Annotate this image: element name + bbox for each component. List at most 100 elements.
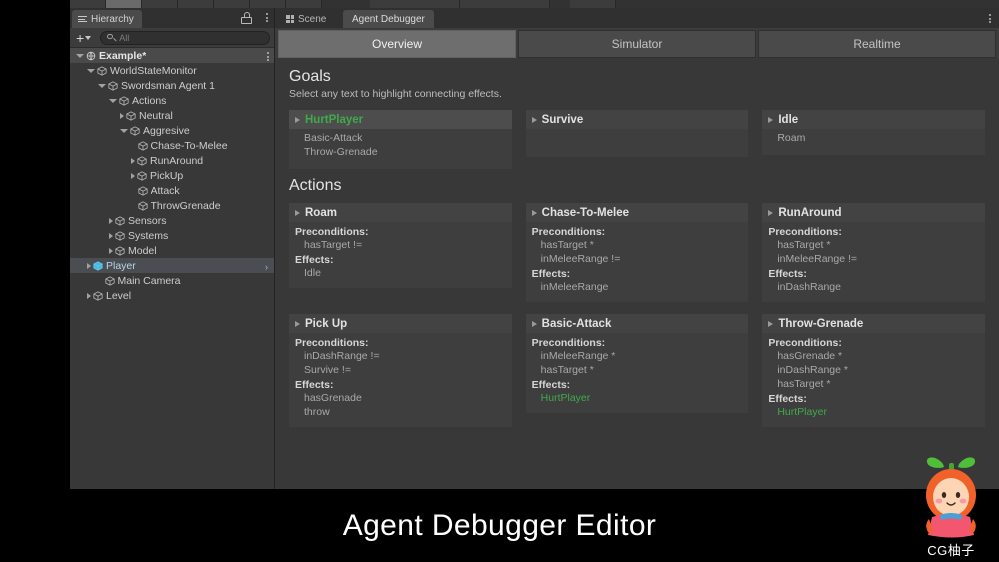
tab-overview[interactable]: Overview bbox=[278, 30, 516, 58]
foldout-open-icon[interactable] bbox=[120, 129, 128, 133]
action-card-header[interactable]: Pick Up bbox=[289, 314, 512, 333]
action-card-header[interactable]: Roam bbox=[289, 203, 512, 222]
kebab-menu-icon[interactable] bbox=[989, 14, 991, 24]
effect-item[interactable]: Idle bbox=[295, 266, 506, 280]
lock-icon[interactable] bbox=[241, 12, 252, 24]
foldout-closed-icon[interactable] bbox=[120, 112, 124, 119]
hierarchy-item-main-camera[interactable]: Main Camera bbox=[70, 273, 274, 288]
hierarchy-tab[interactable]: Hierarchy bbox=[72, 10, 142, 28]
precondition-item[interactable]: inMeleeRange != bbox=[768, 252, 979, 266]
hierarchy-item-worldstatemonitor[interactable]: WorldStateMonitor bbox=[70, 63, 274, 78]
precondition-item[interactable]: inMeleeRange != bbox=[532, 252, 743, 266]
goal-card-idle[interactable]: Idle Roam bbox=[762, 110, 986, 155]
action-card-basic-attack[interactable]: Basic-Attack Preconditions: inMeleeRange *… bbox=[525, 314, 749, 413]
action-card-roam[interactable]: Roam Preconditions: hasTarget != Effects: Id… bbox=[289, 203, 512, 288]
tab-label: Overview bbox=[371, 37, 422, 51]
hierarchy-item-level[interactable]: Level bbox=[70, 288, 274, 303]
foldout-closed-icon[interactable] bbox=[768, 116, 774, 123]
action-card-header[interactable]: Throw-Grenade bbox=[762, 314, 986, 333]
action-card-pick-up[interactable]: Pick Up Preconditions: inDashRange != Survi… bbox=[289, 314, 512, 427]
goal-card-header[interactable]: HurtPlayer bbox=[289, 110, 512, 129]
precondition-item[interactable]: Survive != bbox=[295, 363, 506, 377]
goal-card-hurtplayer[interactable]: HurtPlayer Basic-Attack Throw-Grenade bbox=[289, 110, 512, 169]
action-card-runaround[interactable]: RunAround Preconditions: hasTarget * inMele… bbox=[762, 203, 986, 302]
hierarchy-item-actions[interactable]: Actions bbox=[70, 93, 274, 108]
create-button[interactable]: + bbox=[74, 31, 93, 45]
mode-tab-bar[interactable]: Overview Simulator Realtime bbox=[275, 28, 999, 58]
editor-tab-row: Scene Agent Debugger bbox=[275, 8, 999, 28]
kebab-menu-icon[interactable] bbox=[267, 52, 269, 62]
hierarchy-item-systems[interactable]: Systems bbox=[70, 228, 274, 243]
foldout-closed-icon[interactable] bbox=[295, 209, 300, 216]
foldout-closed-icon[interactable] bbox=[131, 172, 135, 179]
action-card-header[interactable]: Chase-To-Melee bbox=[525, 203, 749, 222]
hierarchy-item-example-[interactable]: Example* bbox=[70, 48, 274, 63]
precondition-item[interactable]: hasGrenade * bbox=[768, 349, 979, 363]
effect-item[interactable]: throw bbox=[295, 405, 506, 419]
goal-linked-action[interactable]: Roam bbox=[768, 131, 979, 145]
foldout-closed-icon[interactable] bbox=[87, 292, 91, 299]
hierarchy-item-pickup[interactable]: PickUp bbox=[70, 168, 274, 183]
hierarchy-item-attack[interactable]: Attack bbox=[70, 183, 274, 198]
goal-card-header[interactable]: Survive bbox=[525, 110, 749, 129]
tab-realtime[interactable]: Realtime bbox=[758, 30, 996, 58]
gameobject-icon bbox=[93, 290, 103, 301]
hierarchy-item-sensors[interactable]: Sensors bbox=[70, 213, 274, 228]
foldout-open-icon[interactable] bbox=[98, 84, 106, 88]
foldout-closed-icon[interactable] bbox=[531, 116, 537, 123]
action-card-chase-to-melee[interactable]: Chase-To-Melee Preconditions: hasTarget * i… bbox=[525, 203, 749, 302]
hierarchy-item-runaround[interactable]: RunAround bbox=[70, 153, 274, 168]
kebab-menu-icon[interactable] bbox=[266, 13, 268, 23]
precondition-item[interactable]: inMeleeRange * bbox=[532, 349, 743, 363]
hierarchy-item-chase-to-melee[interactable]: Chase-To-Melee bbox=[70, 138, 274, 153]
hierarchy-item-model[interactable]: Model bbox=[70, 243, 274, 258]
action-card-throw-grenade[interactable]: Throw-Grenade Preconditions: hasGrenade * i… bbox=[762, 314, 986, 427]
search-input[interactable]: All bbox=[100, 30, 270, 45]
foldout-closed-icon[interactable] bbox=[295, 116, 300, 123]
foldout-closed-icon[interactable] bbox=[87, 262, 91, 269]
hierarchy-item-aggresive[interactable]: Aggresive bbox=[70, 123, 274, 138]
foldout-open-icon[interactable] bbox=[87, 69, 95, 73]
tab-label: Realtime bbox=[853, 37, 901, 51]
foldout-open-icon[interactable] bbox=[76, 54, 84, 58]
effect-item[interactable]: HurtPlayer bbox=[532, 391, 743, 405]
action-card-header[interactable]: Basic-Attack bbox=[525, 314, 749, 333]
foldout-closed-icon[interactable] bbox=[531, 209, 537, 216]
precondition-item[interactable]: hasTarget != bbox=[295, 238, 506, 252]
precondition-item[interactable]: hasTarget * bbox=[532, 363, 743, 377]
hierarchy-tree[interactable]: Example* WorldStateMonitor Swordsman Agent… bbox=[70, 48, 274, 303]
goal-linked-action[interactable]: Basic-Attack bbox=[295, 131, 506, 145]
precondition-item[interactable]: hasTarget * bbox=[768, 238, 979, 252]
effect-item[interactable]: inMeleeRange bbox=[532, 280, 743, 294]
precondition-item[interactable]: inDashRange != bbox=[295, 349, 506, 363]
foldout-closed-icon[interactable] bbox=[768, 320, 774, 327]
hierarchy-item-throwgrenade[interactable]: ThrowGrenade bbox=[70, 198, 274, 213]
hierarchy-item-swordsman-agent-1[interactable]: Swordsman Agent 1 bbox=[70, 78, 274, 93]
precondition-item[interactable]: inDashRange * bbox=[768, 363, 979, 377]
foldout-closed-icon[interactable] bbox=[109, 247, 113, 254]
action-card-header[interactable]: RunAround bbox=[762, 203, 986, 222]
foldout-closed-icon[interactable] bbox=[131, 157, 135, 164]
effect-item[interactable]: inDashRange bbox=[768, 280, 979, 294]
foldout-closed-icon[interactable] bbox=[531, 320, 537, 327]
goal-card-survive[interactable]: Survive bbox=[525, 110, 749, 157]
foldout-closed-icon[interactable] bbox=[109, 232, 113, 239]
goal-card-header[interactable]: Idle bbox=[762, 110, 986, 129]
goal-linked-action[interactable]: Throw-Grenade bbox=[295, 145, 506, 159]
effect-item[interactable]: hasGrenade bbox=[295, 391, 506, 405]
precondition-item[interactable]: hasTarget * bbox=[532, 238, 743, 252]
tab-agent-debugger[interactable]: Agent Debugger bbox=[343, 10, 434, 28]
chevron-right-icon[interactable]: › bbox=[265, 262, 268, 272]
goal-name: Idle bbox=[778, 113, 799, 126]
action-card-body: Preconditions: inMeleeRange * hasTarget * E… bbox=[526, 333, 749, 405]
tab-simulator[interactable]: Simulator bbox=[518, 30, 756, 58]
precondition-item[interactable]: hasTarget * bbox=[768, 377, 979, 391]
hierarchy-item-neutral[interactable]: Neutral bbox=[70, 108, 274, 123]
tab-scene[interactable]: Scene bbox=[277, 10, 335, 28]
hierarchy-item-player[interactable]: Player › bbox=[70, 258, 274, 273]
foldout-closed-icon[interactable] bbox=[295, 320, 300, 327]
foldout-closed-icon[interactable] bbox=[109, 217, 113, 224]
foldout-closed-icon[interactable] bbox=[768, 209, 774, 216]
foldout-open-icon[interactable] bbox=[109, 99, 117, 103]
effect-item[interactable]: HurtPlayer bbox=[768, 405, 979, 419]
